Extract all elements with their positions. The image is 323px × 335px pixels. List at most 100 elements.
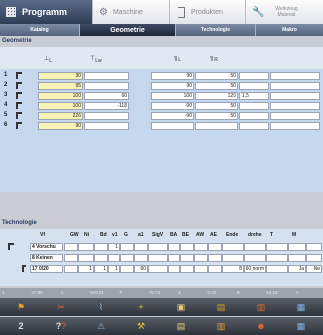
function-button[interactable]: ▣ bbox=[162, 299, 200, 315]
tech-cell[interactable] bbox=[288, 254, 306, 262]
function-button[interactable]: + bbox=[122, 299, 160, 315]
tech-cell[interactable] bbox=[266, 254, 288, 262]
tab-produkten[interactable]: Produkten bbox=[170, 0, 246, 24]
function-button[interactable]: ▤ bbox=[202, 299, 240, 315]
blank-cell[interactable] bbox=[270, 122, 320, 130]
tech-cell[interactable]: 60 bbox=[134, 265, 148, 273]
tech-cell[interactable] bbox=[306, 243, 322, 251]
tech-cell[interactable]: Ne bbox=[306, 265, 322, 273]
length-cell[interactable]: 95 bbox=[38, 82, 83, 90]
tech-cell[interactable] bbox=[108, 254, 120, 262]
tech-row-label[interactable]: 8 Keinen bbox=[30, 254, 63, 262]
extra-cell[interactable] bbox=[239, 112, 269, 120]
subtab-makro[interactable]: Makro bbox=[256, 24, 323, 36]
blank-cell[interactable] bbox=[270, 102, 320, 110]
blank-cell[interactable] bbox=[270, 112, 320, 120]
length-cell[interactable]: 30 bbox=[38, 72, 83, 80]
function-button[interactable]: ▦ bbox=[282, 299, 320, 315]
length-cell[interactable]: 100 bbox=[38, 92, 83, 100]
length-w-cell[interactable]: -118 bbox=[84, 102, 129, 110]
function-button[interactable]: ⌇ bbox=[82, 299, 120, 315]
angle-cell[interactable]: -90 bbox=[151, 112, 194, 120]
tech-cell[interactable] bbox=[148, 265, 168, 273]
tech-cell[interactable] bbox=[208, 254, 222, 262]
function-button[interactable]: ✂ bbox=[42, 299, 80, 315]
function-button[interactable]: ▥ bbox=[202, 318, 240, 334]
tech-cell[interactable] bbox=[148, 254, 168, 262]
tech-row-label[interactable]: 17 0/20 bbox=[30, 265, 63, 273]
tech-cell[interactable]: 1 bbox=[108, 243, 120, 251]
tech-cell[interactable] bbox=[120, 243, 134, 251]
subtab-geometrie[interactable]: Geometrie bbox=[80, 24, 176, 36]
tech-cell[interactable] bbox=[194, 243, 208, 251]
tech-cell[interactable] bbox=[78, 243, 94, 251]
tech-cell[interactable]: 1 bbox=[108, 265, 120, 273]
tech-cell[interactable] bbox=[266, 243, 288, 251]
tech-cell[interactable] bbox=[168, 243, 180, 251]
radius-cell[interactable]: 50 bbox=[195, 82, 238, 90]
extra-cell[interactable] bbox=[239, 122, 269, 130]
function-button[interactable]: ?? bbox=[42, 318, 80, 334]
tech-cell[interactable]: Ja bbox=[288, 265, 306, 273]
blank-cell[interactable] bbox=[270, 82, 320, 90]
tech-cell[interactable] bbox=[194, 254, 208, 262]
angle-cell[interactable] bbox=[151, 122, 194, 130]
tech-cell[interactable]: 60 norm bbox=[244, 265, 266, 273]
tech-row-label[interactable]: 4 Vorschu bbox=[30, 243, 63, 251]
angle-cell[interactable]: -90 bbox=[151, 102, 194, 110]
angle-cell[interactable]: 90 bbox=[151, 82, 194, 90]
tech-cell[interactable] bbox=[244, 254, 266, 262]
function-button[interactable]: ⚒ bbox=[122, 318, 160, 334]
length-cell[interactable]: 100 bbox=[38, 102, 83, 110]
tech-cell[interactable] bbox=[148, 243, 168, 251]
length-w-cell[interactable] bbox=[84, 82, 129, 90]
angle-cell[interactable]: 100 bbox=[151, 92, 194, 100]
tech-cell[interactable] bbox=[180, 254, 194, 262]
function-button[interactable]: ⚑ bbox=[2, 299, 40, 315]
radius-cell[interactable]: 120 bbox=[195, 92, 238, 100]
extra-cell[interactable] bbox=[239, 72, 269, 80]
length-cell[interactable]: 226 bbox=[38, 112, 83, 120]
tech-cell[interactable] bbox=[208, 265, 222, 273]
radius-cell[interactable] bbox=[195, 122, 238, 130]
length-w-cell[interactable] bbox=[84, 112, 129, 120]
tech-cell[interactable] bbox=[244, 243, 266, 251]
tech-cell[interactable]: 8 bbox=[222, 265, 244, 273]
tech-cell[interactable] bbox=[64, 265, 78, 273]
tech-cell[interactable] bbox=[120, 254, 134, 262]
tech-cell[interactable] bbox=[180, 265, 194, 273]
tab-werkzeug[interactable]: 🔧 Werkzeug Material bbox=[246, 0, 323, 24]
length-w-cell[interactable] bbox=[84, 72, 129, 80]
tech-cell[interactable] bbox=[64, 254, 78, 262]
tab-programm[interactable]: Programm bbox=[0, 0, 93, 24]
tech-cell[interactable] bbox=[194, 265, 208, 273]
extra-cell[interactable] bbox=[239, 82, 269, 90]
tech-cell[interactable] bbox=[134, 243, 148, 251]
function-button[interactable]: ▥ bbox=[242, 299, 280, 315]
tech-cell[interactable] bbox=[222, 243, 244, 251]
tech-cell[interactable] bbox=[120, 265, 134, 273]
extra-cell[interactable] bbox=[239, 102, 269, 110]
tech-cell[interactable] bbox=[180, 243, 194, 251]
tech-cell[interactable] bbox=[306, 254, 322, 262]
radius-cell[interactable]: 50 bbox=[195, 72, 238, 80]
radius-cell[interactable]: 50 bbox=[195, 102, 238, 110]
tech-cell[interactable] bbox=[94, 243, 108, 251]
blank-cell[interactable] bbox=[270, 92, 320, 100]
function-button[interactable]: ☻ bbox=[242, 318, 280, 334]
angle-cell[interactable]: 90 bbox=[151, 72, 194, 80]
tech-cell[interactable] bbox=[168, 254, 180, 262]
tech-cell[interactable]: 1 bbox=[78, 265, 94, 273]
subtab-katalog[interactable]: Katalog bbox=[0, 24, 80, 36]
tech-cell[interactable] bbox=[94, 254, 108, 262]
length-w-cell[interactable]: 60 bbox=[84, 92, 129, 100]
tech-cell[interactable]: 1 bbox=[94, 265, 108, 273]
tab-maschine[interactable]: ⚙ Maschine bbox=[93, 0, 170, 24]
radius-cell[interactable]: 50 bbox=[195, 112, 238, 120]
length-cell[interactable]: 90 bbox=[38, 122, 83, 130]
tech-cell[interactable] bbox=[266, 265, 288, 273]
blank-cell[interactable] bbox=[270, 72, 320, 80]
tech-cell[interactable] bbox=[222, 254, 244, 262]
function-button[interactable]: ▤ bbox=[162, 318, 200, 334]
tech-cell[interactable] bbox=[168, 265, 180, 273]
